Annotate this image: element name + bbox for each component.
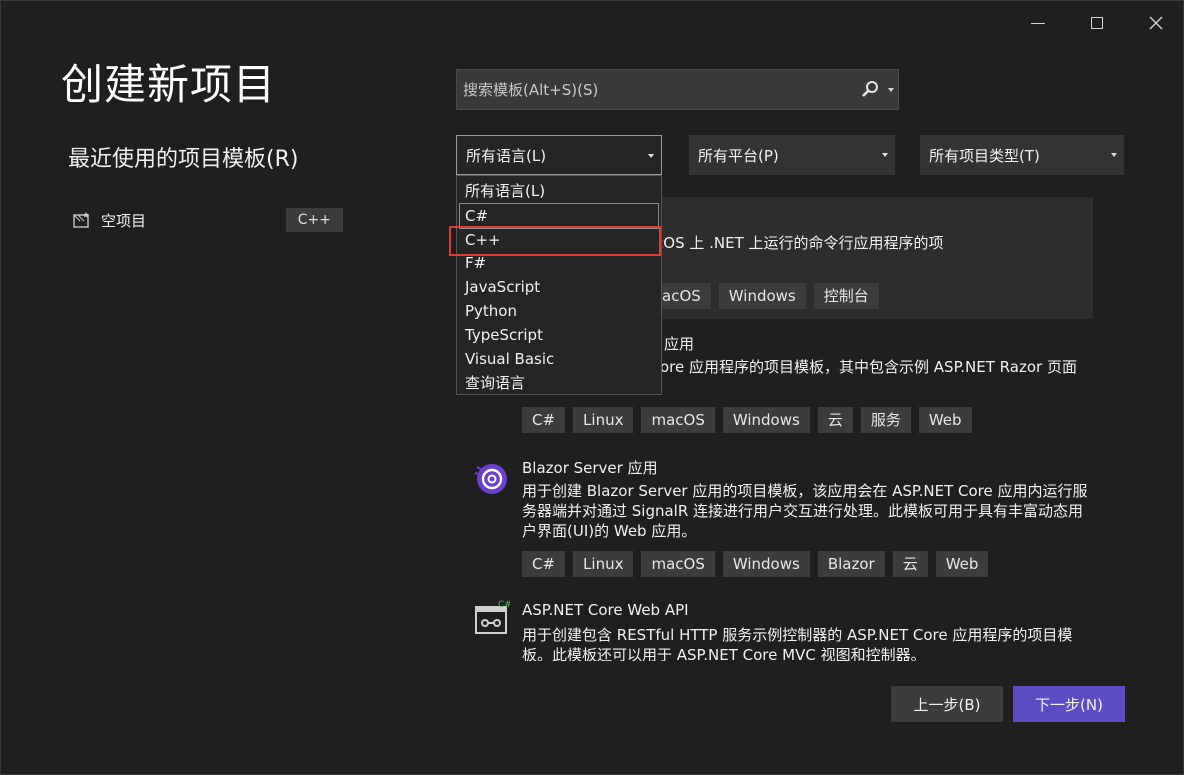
dropdown-option-csharp[interactable]: C# [459, 203, 659, 229]
close-button[interactable] [1127, 1, 1184, 45]
tag: Windows [718, 283, 806, 309]
tag: Web [935, 551, 989, 577]
search-dropdown-chevron-icon[interactable] [888, 88, 894, 92]
template-description: 用于创建包含 RESTful HTTP 服务示例控制器的 ASP.NET Cor… [522, 626, 1073, 661]
chevron-down-icon [1111, 153, 1117, 157]
maximize-button[interactable] [1068, 1, 1126, 45]
tag: macOS [641, 551, 715, 577]
platform-filter-value: 所有平台(P) [698, 146, 779, 165]
template-description: ore 应用程序的项目模板，其中包含示例 ASP.NET Razor 页面 [660, 358, 1077, 376]
cpp-option-highlight [449, 226, 661, 256]
tag: Windows [722, 407, 810, 433]
page-title: 创建新项目 [61, 60, 277, 109]
close-icon [1149, 16, 1163, 30]
language-filter-select[interactable]: 所有语言(L) [456, 135, 662, 175]
tag: 控制台 [813, 283, 879, 309]
dropdown-option-all-languages[interactable]: 所有语言(L) [457, 179, 661, 203]
template-item-aspnet-web-api[interactable]: C# ASP.NET Core Web API 用于创建包含 RESTful H… [456, 597, 1093, 661]
language-dropdown-menu: 所有语言(L) C# C++ F# JavaScript Python Type… [456, 175, 662, 395]
back-button[interactable]: 上一步(B) [891, 686, 1003, 722]
language-filter-value: 所有语言(L) [466, 146, 547, 165]
chevron-down-icon [648, 154, 654, 158]
template-name: Blazor Server 应用 [522, 459, 658, 477]
recent-item-label: 空项目 [101, 211, 147, 230]
blazor-icon [474, 464, 507, 494]
tag: C# [522, 407, 566, 433]
tag: Web [918, 407, 972, 433]
platform-filter-select[interactable]: 所有平台(P) [689, 135, 895, 175]
tag: 云 [892, 551, 928, 577]
language-badge: C++ [285, 208, 343, 232]
dropdown-option-visual-basic[interactable]: Visual Basic [457, 347, 661, 371]
tag: 服务 [860, 407, 911, 433]
minimize-button[interactable] [1009, 1, 1067, 45]
recent-item-empty-project[interactable]: 空项目 C++ [69, 205, 345, 235]
template-tags: C# Linux macOS Windows 云 服务 Web [522, 407, 972, 433]
template-tags: C# Linux macOS Windows Blazor 云 Web [522, 551, 989, 577]
search-icon[interactable] [860, 79, 880, 99]
dropdown-option-python[interactable]: Python [457, 299, 661, 323]
recent-templates-title: 最近使用的项目模板(R) [68, 147, 299, 172]
create-project-window: 创建新项目 最近使用的项目模板(R) 空项目 C++ 搜索模板(Alt+S)(S… [0, 0, 1184, 775]
next-button[interactable]: 下一步(N) [1013, 686, 1125, 722]
tag: Blazor [817, 551, 885, 577]
svg-text:C#: C# [498, 600, 510, 610]
tag: Windows [722, 551, 810, 577]
template-item-blazor-server[interactable]: Blazor Server 应用 用于创建 Blazor Server 应用的项… [456, 453, 1093, 589]
dropdown-option-query-language[interactable]: 查询语言 [457, 371, 661, 395]
empty-project-icon [71, 209, 93, 231]
dropdown-option-typescript[interactable]: TypeScript [457, 323, 661, 347]
project-type-filter-select[interactable]: 所有项目类型(T) [920, 135, 1124, 175]
minimize-icon [1031, 22, 1045, 24]
tag: Linux [573, 551, 634, 577]
template-name: ASP.NET Core Web API [522, 601, 689, 619]
tag: C# [522, 551, 566, 577]
project-type-filter-value: 所有项目类型(T) [929, 146, 1040, 165]
dropdown-option-javascript[interactable]: JavaScript [457, 275, 661, 299]
web-api-icon: C# [475, 600, 510, 634]
chevron-down-icon [882, 153, 888, 157]
template-description: 用于创建 Blazor Server 应用的项目模板，该应用会在 ASP.NET… [522, 482, 1088, 540]
maximize-icon [1091, 17, 1103, 29]
template-name: 应用 [664, 335, 695, 353]
template-tags: acOS Windows 控制台 [652, 283, 879, 309]
search-placeholder: 搜索模板(Alt+S)(S) [463, 81, 599, 99]
tag: Linux [573, 407, 634, 433]
template-search-box[interactable]: 搜索模板(Alt+S)(S) [456, 69, 899, 110]
tag: macOS [641, 407, 715, 433]
tag: 云 [817, 407, 853, 433]
